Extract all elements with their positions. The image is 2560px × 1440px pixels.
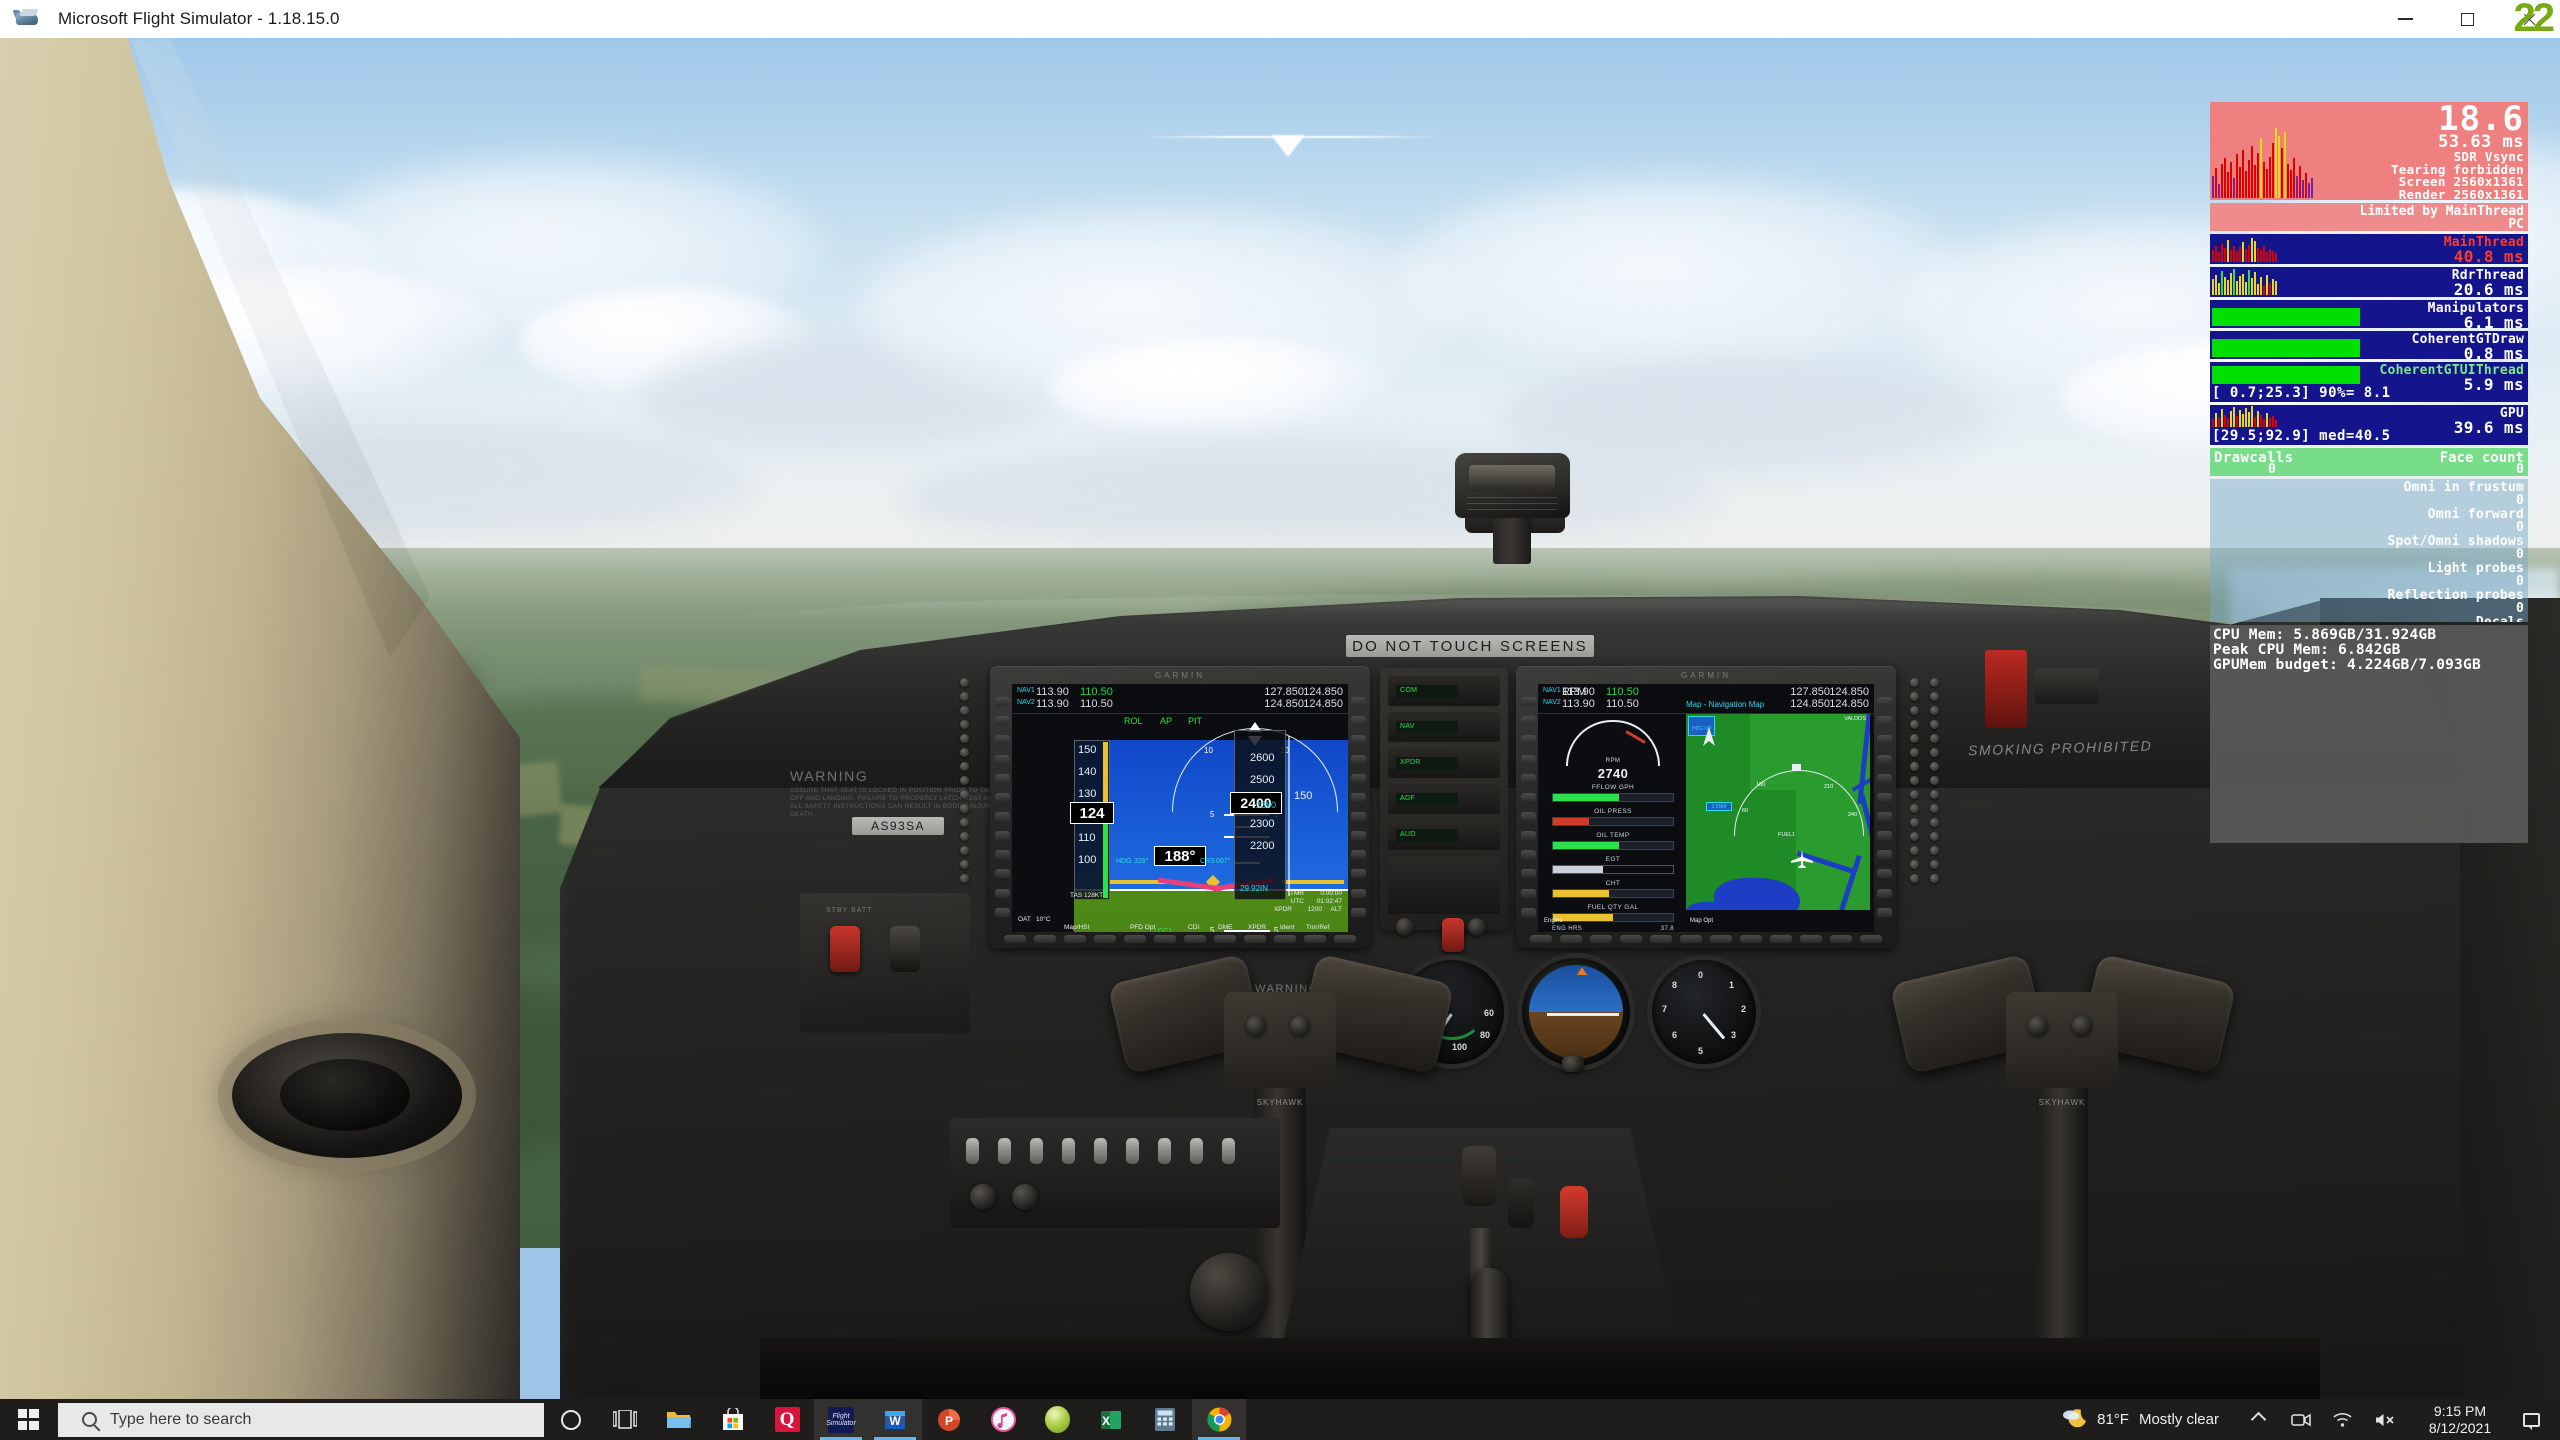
volume-muted-icon[interactable]: [2374, 1412, 2396, 1428]
task-view-icon[interactable]: [598, 1399, 652, 1440]
weather-description: Mostly clear: [2138, 1411, 2219, 1428]
terrain: [0, 548, 2560, 1248]
rdrthread-histogram: [2212, 269, 2277, 295]
mainthread-histogram: [2212, 238, 2277, 262]
quicken-icon[interactable]: Q: [760, 1399, 814, 1440]
limited-by-device: PC: [2508, 217, 2524, 231]
camera-pov-marker: [1140, 126, 1440, 166]
maximize-button[interactable]: [2436, 0, 2498, 38]
counter-spot-omni-shadows: Spot/Omni shadows 0: [2387, 534, 2524, 562]
thread-value: 40.8 ms: [2453, 247, 2524, 265]
search-input[interactable]: Type here to search: [58, 1402, 544, 1437]
powerpoint-icon[interactable]: P: [922, 1399, 976, 1440]
counter-light-probes: Light probes 0: [2427, 561, 2524, 589]
clock-date: 8/12/2021: [2428, 1419, 2492, 1436]
limited-by: Limited by MainThread: [2359, 204, 2524, 219]
coherentgtui-bar: [2212, 366, 2360, 384]
action-center-icon[interactable]: [2523, 1412, 2540, 1430]
meet-now-icon[interactable]: [2291, 1412, 2311, 1428]
search-icon: [82, 1412, 97, 1427]
window-controls: [2374, 0, 2560, 38]
green-orb-icon[interactable]: [1030, 1399, 1084, 1440]
gpu-mem: GPUMem budget: 4.224GB/7.093GB: [2213, 657, 2481, 673]
elevator-trim-wheel[interactable]: [1470, 1268, 1508, 1380]
frametime-histogram: [2212, 128, 2313, 198]
cockpit-floor: [760, 1338, 2320, 1399]
clock-time: 9:15 PM: [2433, 1402, 2487, 1419]
fps-summary-section: 18.6 53.63 ms SDR Vsync Tearing forbidde…: [2210, 102, 2528, 200]
flight-sim-icon[interactable]: Flight Simulator: [814, 1399, 868, 1440]
coherentgtuithread-section: CoherentGTUIThread 5.9 ms [ 0.7;25.3] 90…: [2210, 362, 2528, 402]
cortana-icon[interactable]: [544, 1399, 598, 1440]
mainthread-section: MainThread 40.8 ms: [2210, 234, 2528, 264]
field: [558, 804, 672, 852]
svg-text:W: W: [889, 1414, 901, 1428]
file-explorer-icon[interactable]: [652, 1399, 706, 1440]
gpu-range: [29.5;92.9] med=40.5: [2212, 428, 2391, 444]
fps-dev-overlay: 18.6 53.63 ms SDR Vsync Tearing forbidde…: [2210, 102, 2528, 846]
cloud: [1050, 338, 1390, 438]
show-hidden-icons-chevron[interactable]: [2250, 1411, 2267, 1428]
clock[interactable]: 9:15 PM 8/12/2021: [2417, 1403, 2503, 1437]
coherentgtdraw-bar: [2212, 339, 2360, 357]
windows-taskbar[interactable]: Type here to search Q Flight Simulator W…: [0, 1399, 2560, 1440]
drawcalls-section: Drawcalls Face count 0 0: [2210, 448, 2528, 476]
drawcalls-label: Drawcalls: [2214, 450, 2294, 466]
svg-text:P: P: [945, 1414, 953, 1428]
microsoft-store-icon[interactable]: [706, 1399, 760, 1440]
drawcalls-value: 0: [2268, 462, 2276, 476]
light-counters-section: Omni in frustum 0 Omni forward 0 Spot/Om…: [2210, 479, 2528, 622]
fps-value: 18.6: [2438, 102, 2524, 139]
cloud: [1400, 178, 1960, 368]
facecount-value: 0: [2516, 462, 2524, 476]
flight-sim-app-icon: [12, 8, 44, 30]
coherentgtdraw-section: CoherentGTDraw 0.8 ms: [2210, 331, 2528, 359]
word-icon[interactable]: W: [868, 1399, 922, 1440]
gpu-histogram: [2212, 406, 2277, 427]
thread-value: 0.8 ms: [2463, 344, 2524, 360]
manipulators-section: Manipulators 6.1 ms: [2210, 300, 2528, 328]
counter-decals: Decals 0: [2476, 616, 2524, 622]
weather-temp: 81°F: [2097, 1411, 2129, 1428]
search-placeholder: Type here to search: [110, 1410, 252, 1428]
manipulators-bar: [2212, 308, 2360, 326]
svg-text:X: X: [1102, 1414, 1110, 1428]
excel-icon[interactable]: X: [1084, 1399, 1138, 1440]
thread-range: [ 0.7;25.3] 90%= 8.1: [2212, 385, 2391, 401]
thread-value: 20.6 ms: [2453, 280, 2524, 298]
calculator-icon[interactable]: [1138, 1399, 1192, 1440]
memory-section: CPU Mem: 5.869GB/31.924GB Peak CPU Mem: …: [2210, 625, 2528, 843]
facecount-label: Face count: [2439, 450, 2524, 466]
peak-cpu-mem: Peak CPU Mem: 6.842GB: [2213, 642, 2401, 658]
rudder-trim-post: [1470, 1228, 1492, 1398]
rdrthread-section: RdrThread 20.6 ms: [2210, 267, 2528, 297]
moon-cloud-icon: [2063, 1408, 2087, 1427]
thread-value: 6.1 ms: [2463, 313, 2524, 329]
start-button[interactable]: [0, 1399, 56, 1440]
terrain-patch: [0, 968, 700, 1168]
close-button[interactable]: [2498, 0, 2560, 38]
sim-viewport[interactable]: DO NOT TOUCH SCREENS SMOKING PROHIBITED …: [0, 38, 2560, 1399]
weather-widget[interactable]: 81°F Mostly clear: [2061, 1407, 2219, 1433]
chrome-icon[interactable]: [1192, 1399, 1246, 1440]
minimize-button[interactable]: [2374, 0, 2436, 38]
fuel-selector-valve[interactable]: [1190, 1253, 1268, 1331]
cpu-mem: CPU Mem: 5.869GB/31.924GB: [2213, 627, 2437, 643]
counter-omni-forward: Omni forward 0: [2427, 507, 2524, 535]
thread-value: 39.6 ms: [2453, 418, 2524, 437]
system-tray[interactable]: 81°F Mostly clear 9:15 PM 8/12/2021: [2061, 1399, 2560, 1440]
counter-omni-frustum: Omni in frustum 0: [2403, 480, 2524, 508]
gpu-section: GPU 39.6 ms [29.5;92.9] med=40.5: [2210, 405, 2528, 445]
windows-logo-icon: [17, 1409, 39, 1430]
window-title-bar[interactable]: Microsoft Flight Simulator - 1.18.15.0 2…: [0, 0, 2560, 38]
network-icon[interactable]: [2333, 1412, 2352, 1427]
fps-limiter-section: Limited by MainThread PC: [2210, 203, 2528, 231]
window-title: Microsoft Flight Simulator - 1.18.15.0: [58, 9, 340, 28]
itunes-icon[interactable]: [976, 1399, 1030, 1440]
thread-value: 5.9 ms: [2463, 375, 2524, 394]
counter-reflection-probes: Reflection probes 0: [2387, 588, 2524, 616]
field: [639, 664, 821, 708]
